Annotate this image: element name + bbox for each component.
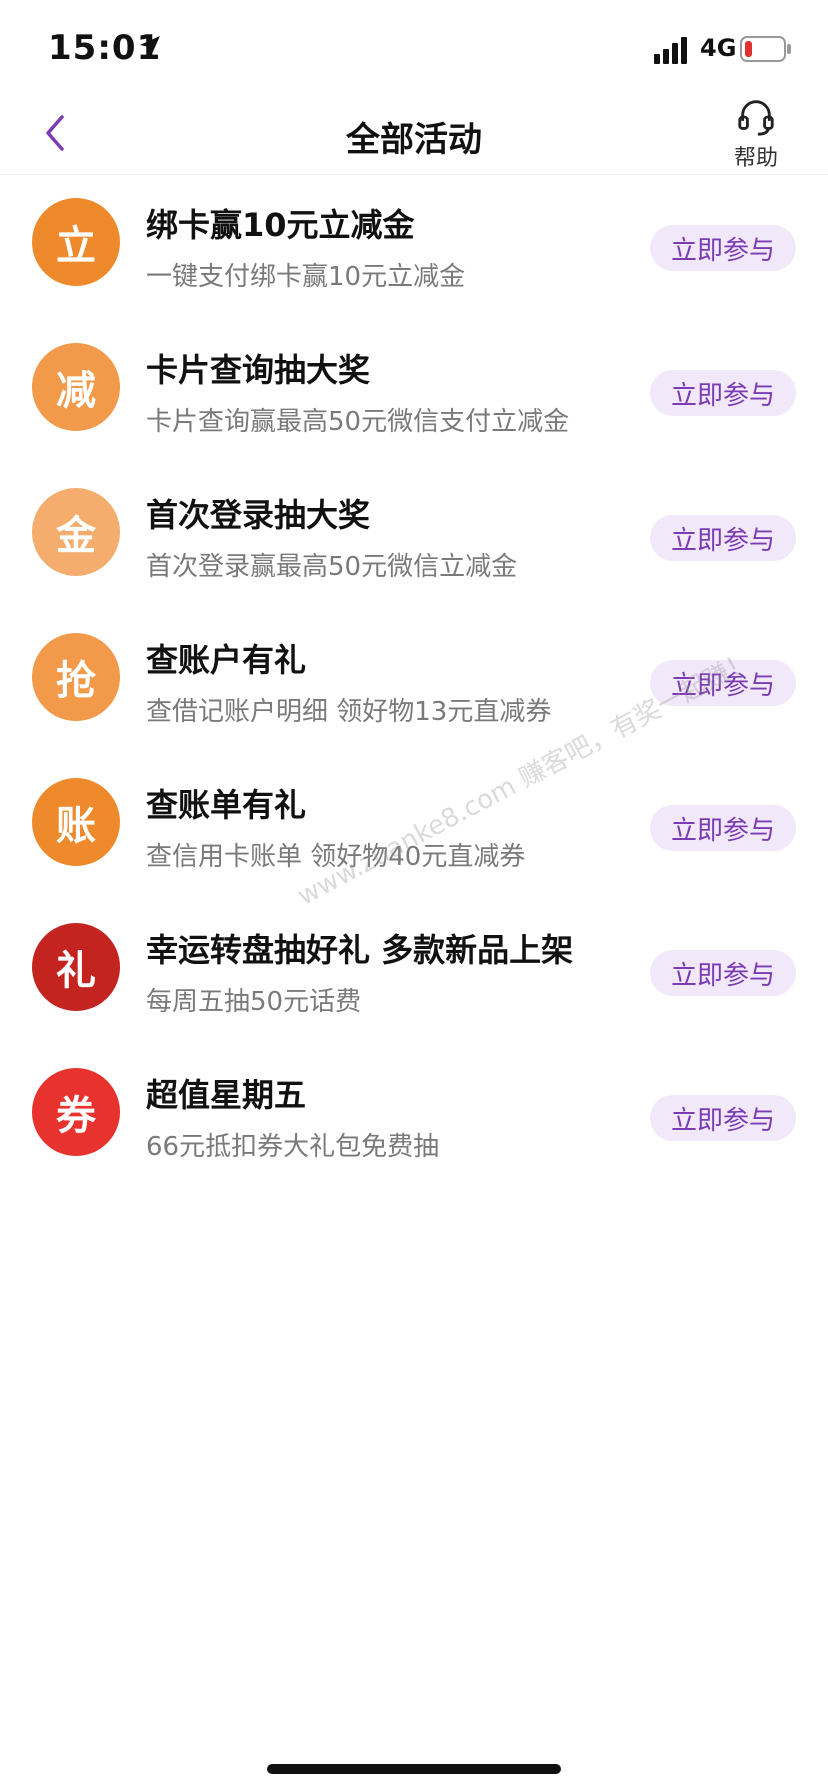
join-button[interactable]: 立即参与 (650, 950, 796, 996)
headset-icon (738, 100, 774, 136)
network-label: 4G (700, 34, 737, 62)
activity-title: 查账户有礼 (146, 641, 307, 679)
activity-badge: 券 (32, 1068, 120, 1156)
join-button[interactable]: 立即参与 (650, 225, 796, 271)
activity-badge: 金 (32, 488, 120, 576)
page-title: 全部活动 (346, 120, 482, 160)
activity-title: 幸运转盘抽好礼 多款新品上架 (146, 931, 574, 969)
activity-badge: 抢 (32, 633, 120, 721)
list-item[interactable]: 立 绑卡赢10元立减金 一键支付绑卡赢10元立减金 立即参与 (0, 190, 828, 335)
list-item[interactable]: 减 卡片查询抽大奖 卡片查询赢最高50元微信支付立减金 立即参与 (0, 335, 828, 480)
location-arrow-icon (140, 36, 160, 56)
join-button[interactable]: 立即参与 (650, 805, 796, 851)
activity-subtitle: 一键支付绑卡赢10元立减金 (146, 262, 466, 292)
list-item[interactable]: 金 首次登录抽大奖 首次登录赢最高50元微信立减金 立即参与 (0, 480, 828, 625)
status-bar: 15:01 4G (0, 0, 828, 100)
activity-subtitle: 首次登录赢最高50元微信立减金 (146, 552, 518, 582)
activity-title: 绑卡赢10元立减金 (146, 206, 415, 244)
activity-badge: 减 (32, 343, 120, 431)
activity-badge: 礼 (32, 923, 120, 1011)
activity-subtitle: 查借记账户明细 领好物13元直减券 (146, 697, 552, 727)
activity-badge: 账 (32, 778, 120, 866)
join-button[interactable]: 立即参与 (650, 1095, 796, 1141)
activity-title: 卡片查询抽大奖 (146, 351, 371, 389)
battery-icon (740, 36, 791, 62)
signal-icon (654, 37, 687, 64)
join-button[interactable]: 立即参与 (650, 370, 796, 416)
help-button[interactable]: 帮助 (718, 96, 794, 172)
join-button[interactable]: 立即参与 (650, 515, 796, 561)
activity-badge: 立 (32, 198, 120, 286)
activity-subtitle: 66元抵扣券大礼包免费抽 (146, 1132, 440, 1162)
home-indicator[interactable] (267, 1764, 561, 1774)
activity-title: 超值星期五 (146, 1076, 307, 1114)
activity-subtitle: 卡片查询赢最高50元微信支付立减金 (146, 407, 570, 437)
list-item[interactable]: 礼 幸运转盘抽好礼 多款新品上架 每周五抽50元话费 立即参与 (0, 915, 828, 1060)
list-item[interactable]: 券 超值星期五 66元抵扣券大礼包免费抽 立即参与 (0, 1060, 828, 1205)
activity-title: 首次登录抽大奖 (146, 496, 371, 534)
activity-subtitle: 每周五抽50元话费 (146, 987, 362, 1017)
nav-bar: 全部活动 帮助 (0, 100, 828, 175)
help-label: 帮助 (733, 146, 778, 171)
activity-title: 查账单有礼 (146, 786, 307, 824)
